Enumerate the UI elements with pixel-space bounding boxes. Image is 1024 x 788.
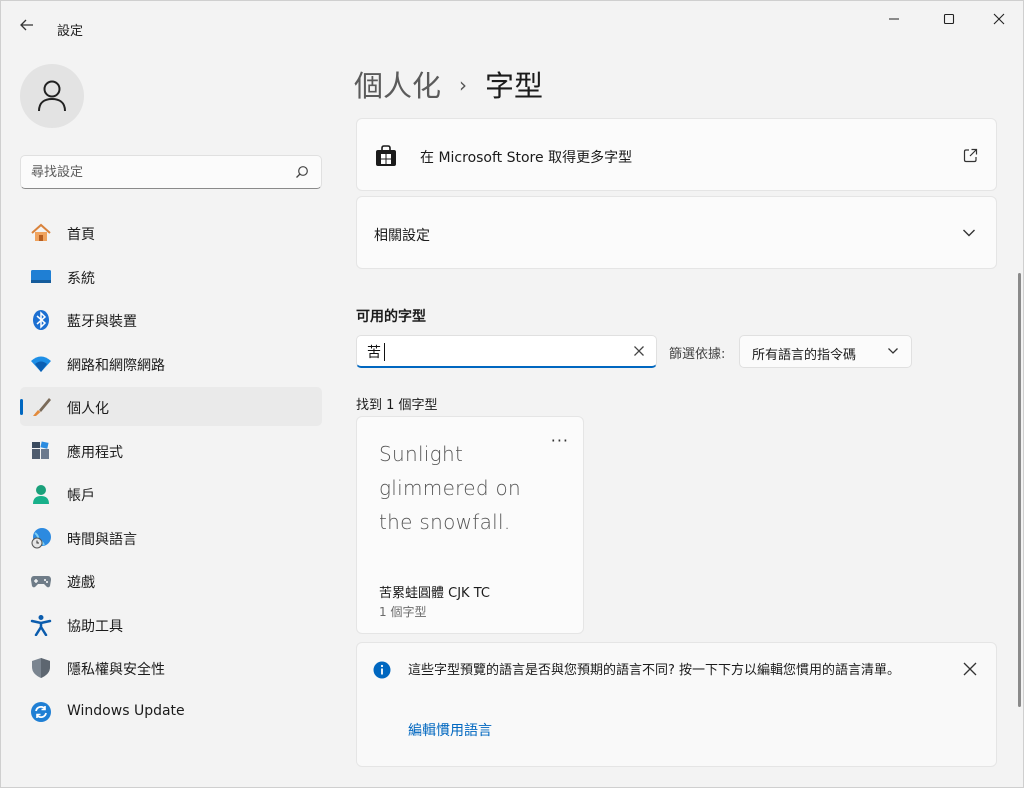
font-name: 苦累蛙圓體 CJK TC [379, 586, 490, 601]
close-window-button[interactable] [976, 1, 1022, 37]
update-icon [30, 701, 52, 723]
sidebar-item-label: Windows Update [67, 702, 185, 719]
apps-icon [30, 440, 52, 462]
globe-clock-icon [30, 527, 52, 549]
gamepad-icon [30, 570, 52, 592]
user-avatar[interactable] [20, 64, 84, 128]
brush-icon [30, 396, 52, 418]
sidebar-item-label: 網路和網際網路 [67, 357, 165, 374]
text-caret [384, 343, 385, 361]
minimize-button[interactable] [871, 1, 917, 37]
dismiss-icon[interactable] [962, 661, 978, 677]
font-search-input[interactable] [367, 342, 617, 362]
clear-search-icon[interactable] [632, 344, 646, 358]
app-title: 設定 [57, 24, 84, 39]
sidebar-item-label: 個人化 [67, 401, 109, 417]
bluetooth-icon [30, 309, 52, 331]
maximize-icon [943, 13, 955, 25]
home-icon [30, 222, 52, 244]
chevron-down-icon [963, 229, 975, 237]
minimize-icon [889, 18, 899, 20]
info-message: 這些字型預覽的語言是否與您預期的語言不同? 按一下下方以編輯您慣用的語言清單。 [408, 663, 901, 678]
sidebar-item-network[interactable]: 網路和網際網路 [20, 344, 322, 383]
external-link-icon [963, 148, 978, 163]
available-fonts-title: 可用的字型 [356, 309, 426, 325]
search-icon[interactable] [295, 165, 309, 179]
font-card[interactable]: ··· Sunlight glimmered on the snowfall. … [356, 416, 584, 634]
sidebar-item-label: 時間與語言 [67, 531, 137, 548]
sidebar-item-bluetooth[interactable]: 藍牙與裝置 [20, 300, 322, 339]
sidebar-item-label: 協助工具 [67, 618, 123, 635]
info-icon [373, 661, 391, 679]
sidebar-item-label: 遊戲 [67, 575, 95, 591]
settings-window: 設定 尋找設定 首頁 系統 藍牙與裝置 網路和網際網路 個人化 應用程式 帳戶 … [0, 0, 1024, 788]
sidebar-item-apps[interactable]: 應用程式 [20, 431, 322, 470]
font-face-count: 1 個字型 [379, 605, 427, 619]
wifi-icon [30, 353, 52, 375]
script-filter-dropdown[interactable]: 所有語言的指令碼 [739, 335, 912, 368]
shield-icon [30, 657, 52, 679]
breadcrumb-separator: › [459, 73, 468, 97]
edit-preferred-languages-link[interactable]: 編輯慣用語言 [408, 720, 492, 740]
sidebar-item-label: 首頁 [67, 227, 95, 243]
back-button[interactable] [11, 11, 43, 39]
accessibility-icon [30, 614, 52, 636]
system-icon [30, 266, 52, 288]
account-icon [30, 483, 52, 505]
font-preview-text: Sunlight glimmered on the snowfall. [379, 442, 522, 534]
sidebar-nav: 首頁 系統 藍牙與裝置 網路和網際網路 個人化 應用程式 帳戶 時間與語言 遊戲… [20, 213, 322, 735]
back-arrow-icon [20, 19, 33, 31]
title-bar: 設定 [1, 1, 1023, 41]
sidebar-item-label: 系統 [67, 270, 95, 287]
microsoft-store-card[interactable]: 在 Microsoft Store 取得更多字型 [356, 118, 997, 191]
breadcrumb: 個人化 › 字型 [354, 63, 543, 105]
settings-search-input[interactable] [31, 162, 281, 182]
sidebar-item-windows-update[interactable]: Windows Update [20, 692, 322, 731]
language-info-bar: 這些字型預覽的語言是否與您預期的語言不同? 按一下下方以編輯您慣用的語言清單。 … [356, 642, 997, 767]
person-icon [38, 80, 66, 112]
filter-label: 篩選依據: [669, 347, 726, 362]
related-settings-card[interactable]: 相關設定 [356, 196, 997, 269]
sidebar-item-gaming[interactable]: 遊戲 [20, 561, 322, 600]
sidebar-item-time-language[interactable]: 時間與語言 [20, 518, 322, 557]
selection-indicator [20, 399, 23, 415]
filter-selected-value: 所有語言的指令碼 [752, 348, 857, 363]
maximize-button[interactable] [926, 1, 972, 37]
sidebar-item-label: 帳戶 [67, 488, 95, 504]
chevron-down-icon [888, 348, 898, 354]
sidebar-item-personalization[interactable]: 個人化 [20, 387, 322, 426]
page-title: 字型 [485, 69, 544, 103]
font-search-box[interactable] [356, 335, 657, 368]
sidebar-item-accounts[interactable]: 帳戶 [20, 474, 322, 513]
close-icon [993, 13, 1005, 25]
breadcrumb-parent[interactable]: 個人化 [354, 69, 441, 103]
sidebar-item-system[interactable]: 系統 [20, 257, 322, 296]
sidebar-item-label: 藍牙與裝置 [67, 314, 137, 330]
sidebar-item-home[interactable]: 首頁 [20, 213, 322, 252]
sidebar-item-label: 隱私權與安全性 [67, 662, 165, 678]
sidebar-item-privacy[interactable]: 隱私權與安全性 [20, 648, 322, 687]
vertical-scrollbar[interactable] [1018, 273, 1021, 707]
sidebar-item-label: 應用程式 [67, 444, 123, 461]
related-settings-label: 相關設定 [374, 228, 430, 244]
settings-search[interactable] [20, 155, 322, 189]
store-icon [376, 145, 396, 166]
sidebar-item-accessibility[interactable]: 協助工具 [20, 605, 322, 644]
store-card-label: 在 Microsoft Store 取得更多字型 [420, 150, 633, 166]
found-count-text: 找到 1 個字型 [356, 398, 438, 413]
